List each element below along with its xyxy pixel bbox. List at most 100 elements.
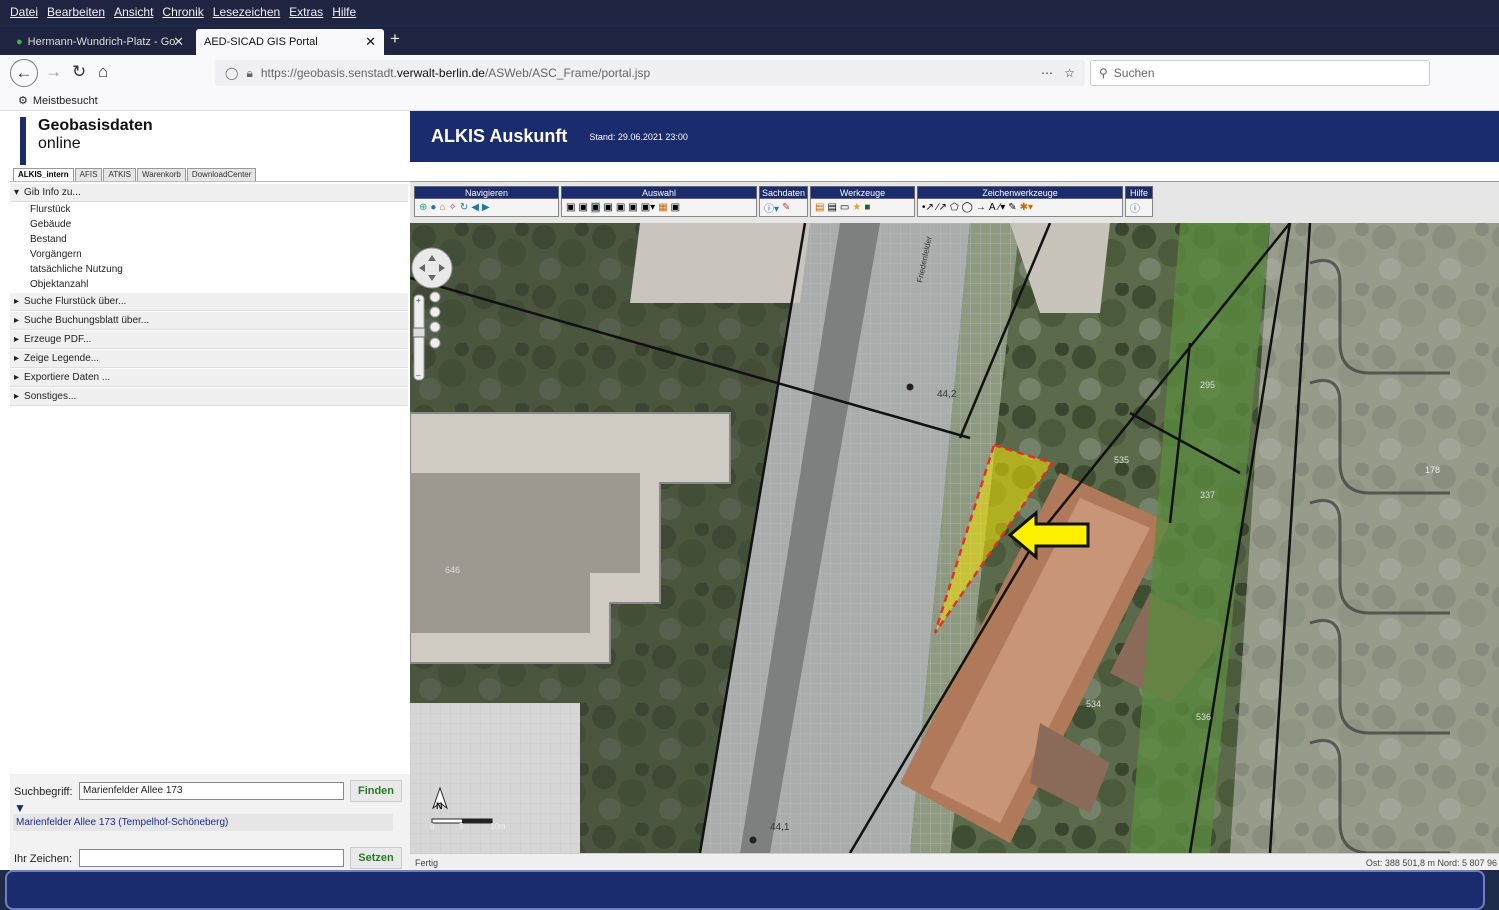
section-erzeuge-pdf[interactable]: ▸ Erzeuge PDF... (10, 331, 408, 349)
draw-point-icon[interactable]: •↗ (922, 202, 934, 213)
pan-icon[interactable]: ✧ (448, 202, 456, 213)
section-exportiere-daten[interactable]: ▸ Exportiere Daten ... (10, 369, 408, 387)
draw-dropdown-icon[interactable]: ∕▾ (999, 202, 1006, 213)
pen-icon[interactable]: ✎ (782, 202, 790, 213)
print-icon[interactable]: ▤ (827, 202, 836, 213)
tab-atkis[interactable]: ATKIS (103, 168, 136, 181)
clear-selection-icon[interactable]: ▣ (671, 202, 680, 213)
page-title: ALKIS Auskunft (431, 126, 568, 146)
select-point-icon[interactable]: ▣ (566, 202, 575, 213)
reload-icon[interactable]: ↻ (72, 62, 86, 82)
close-tab-icon[interactable]: ✕ (173, 34, 184, 50)
measure-icon[interactable]: ▤ (815, 202, 824, 213)
expand-triangle-icon[interactable]: ▼ (14, 801, 26, 815)
info-item-vorgaengern[interactable]: Vorgängern (10, 247, 410, 262)
next-view-icon[interactable]: ▶ (482, 202, 490, 213)
tab-maps[interactable]: ● Hermann-Wundrich-Platz - Go ✕ (8, 29, 192, 55)
draw-circle-icon[interactable]: ◯ (962, 202, 973, 213)
portal-logo: Geobasisdaten online (20, 117, 220, 165)
tab-portal[interactable]: AED-SICAD GIS Portal ✕ (196, 29, 384, 55)
close-tab-icon[interactable]: ✕ (365, 34, 376, 50)
map-label: 534 (1086, 699, 1101, 709)
svg-text:10m: 10m (490, 822, 506, 831)
chevron-right-icon: ▸ (14, 391, 20, 402)
info-item-bestand[interactable]: Bestand (10, 232, 410, 247)
draw-polygon-icon[interactable]: ⬠ (950, 202, 959, 213)
info-icon[interactable]: ⓘ▾ (764, 200, 779, 215)
info-item-nutzung[interactable]: tatsächliche Nutzung (10, 262, 410, 277)
favorite-icon[interactable]: ★ (852, 202, 861, 213)
globe-icon[interactable]: ● (430, 202, 436, 213)
section-suche-buchungsblatt[interactable]: ▸ Suche Buchungsblatt über... (10, 312, 408, 330)
section-suche-flurstueck[interactable]: ▸ Suche Flurstück über... (10, 293, 408, 311)
map-label: 337 (1200, 490, 1215, 500)
coordinates-readout: Ost: 388 501,8 m Nord: 5 807 96 (1365, 858, 1497, 868)
info-item-objektanzahl[interactable]: Objektanzahl (10, 277, 410, 292)
home-map-icon[interactable]: ⌂ (439, 202, 445, 213)
portal-page: Geobasisdaten online ALKIS Auskunft Stan… (0, 111, 1499, 871)
overview-icon[interactable]: ▭ (840, 202, 849, 213)
section-gib-info[interactable]: ▾ Gib Info zu... (10, 184, 408, 202)
select-box-icon[interactable]: ▣ (578, 202, 587, 213)
gear-icon: ⚙ (18, 95, 28, 107)
navigation-bar: ← → ↻ ⌂ ◯ 🔒︎ https://geobasis.senstadt.v… (0, 55, 1499, 91)
select-all-icon[interactable]: ▦ (658, 202, 667, 213)
section-zeige-legende[interactable]: ▸ Zeige Legende... (10, 350, 408, 368)
previous-view-icon[interactable]: ◀ (471, 202, 479, 213)
find-button[interactable]: Finden (350, 780, 402, 802)
info-item-gebaeude[interactable]: Gebäude (10, 217, 410, 232)
tab-alkis-intern[interactable]: ALKIS_intern (13, 168, 74, 181)
draw-arrow-icon[interactable]: → (976, 202, 986, 213)
tab-downloadcenter[interactable]: DownloadCenter (186, 168, 257, 181)
search-input[interactable]: Marienfelder Allee 173 (79, 782, 344, 800)
tab-afis[interactable]: AFIS (74, 168, 103, 181)
search-placeholder: Suchen (1113, 66, 1155, 80)
star-icon[interactable]: ☆ (1064, 66, 1075, 80)
menu-bearbeiten[interactable]: Bearbeiten (47, 5, 105, 19)
draw-delete-icon[interactable]: ✱▾ (1020, 202, 1033, 213)
set-button[interactable]: Setzen (350, 847, 402, 869)
help-icon[interactable]: ⓘ (1130, 200, 1140, 215)
browser-search-input[interactable]: ⚲ Suchen (1090, 60, 1430, 86)
select-line-icon[interactable]: ▣ (616, 202, 625, 213)
section-sonstiges[interactable]: ▸ Sonstiges... (10, 388, 408, 406)
menu-ansicht[interactable]: Ansicht (114, 5, 153, 19)
status-bar: Fertig Ost: 388 501,8 m Nord: 5 807 96 (410, 853, 1499, 870)
chevron-right-icon: ▸ (14, 353, 20, 364)
menu-extras[interactable]: Extras (289, 5, 323, 19)
home-icon[interactable]: ⌂ (98, 62, 108, 82)
url-bar[interactable]: ◯ 🔒︎ https://geobasis.senstadt.verwalt-b… (215, 60, 1085, 86)
map-label: 295 (1200, 380, 1215, 390)
sign-input[interactable] (79, 849, 344, 867)
zoom-in-icon[interactable]: ⊕ (419, 202, 427, 213)
bookmark-meistbesucht[interactable]: Meistbesucht (33, 95, 98, 107)
page-actions-icon[interactable]: ⋯ (1041, 66, 1053, 80)
pan-control[interactable] (411, 247, 453, 289)
menu-hilfe[interactable]: Hilfe (332, 5, 356, 19)
select-polygon-icon[interactable]: ▣ (590, 202, 601, 213)
menu-lesezeichen[interactable]: Lesezeichen (213, 5, 280, 19)
menu-datei[interactable]: Datei (10, 5, 38, 19)
draw-text-icon[interactable]: A (989, 202, 996, 213)
tab-warenkorb[interactable]: Warenkorb (136, 168, 186, 181)
refresh-map-icon[interactable]: ↻ (460, 202, 468, 213)
search-result[interactable]: Marienfelder Allee 173 (Tempelhof-Schöne… (13, 814, 393, 831)
lock-icon: 🔒︎ (246, 65, 253, 80)
portal-tabs: ALKIS_intern AFIS ATKIS Warenkorb Downlo… (13, 168, 257, 181)
save-icon[interactable]: ■ (864, 202, 870, 213)
info-item-flurstueck[interactable]: Flurstück (10, 202, 410, 217)
select-dropdown-icon[interactable]: ▣▾ (641, 202, 655, 213)
draw-edit-icon[interactable]: ✎ (1008, 202, 1016, 213)
select-buffer-icon[interactable]: ▣ (628, 202, 637, 213)
new-tab-icon[interactable]: + (390, 29, 400, 49)
map-view[interactable]: 44,2 646 535 337 295 178 534 536 44,1 Fr… (410, 223, 1499, 853)
toolgroup-navigieren: Navigieren ⊕ ● ⌂ ✧ ↻ ◀ ▶ (414, 186, 559, 218)
logo-line1: Geobasisdaten (38, 117, 153, 134)
forward-icon[interactable]: → (45, 62, 62, 82)
aerial-map[interactable]: 44,2 646 535 337 295 178 534 536 44,1 Fr… (410, 223, 1499, 853)
url-text: https://geobasis.senstadt.verwalt-berlin… (260, 66, 651, 80)
back-icon[interactable]: ← (10, 59, 38, 87)
select-circle-icon[interactable]: ▣ (603, 202, 612, 213)
menu-chronik[interactable]: Chronik (162, 5, 203, 19)
draw-line-icon[interactable]: ∕↗ (937, 202, 947, 213)
